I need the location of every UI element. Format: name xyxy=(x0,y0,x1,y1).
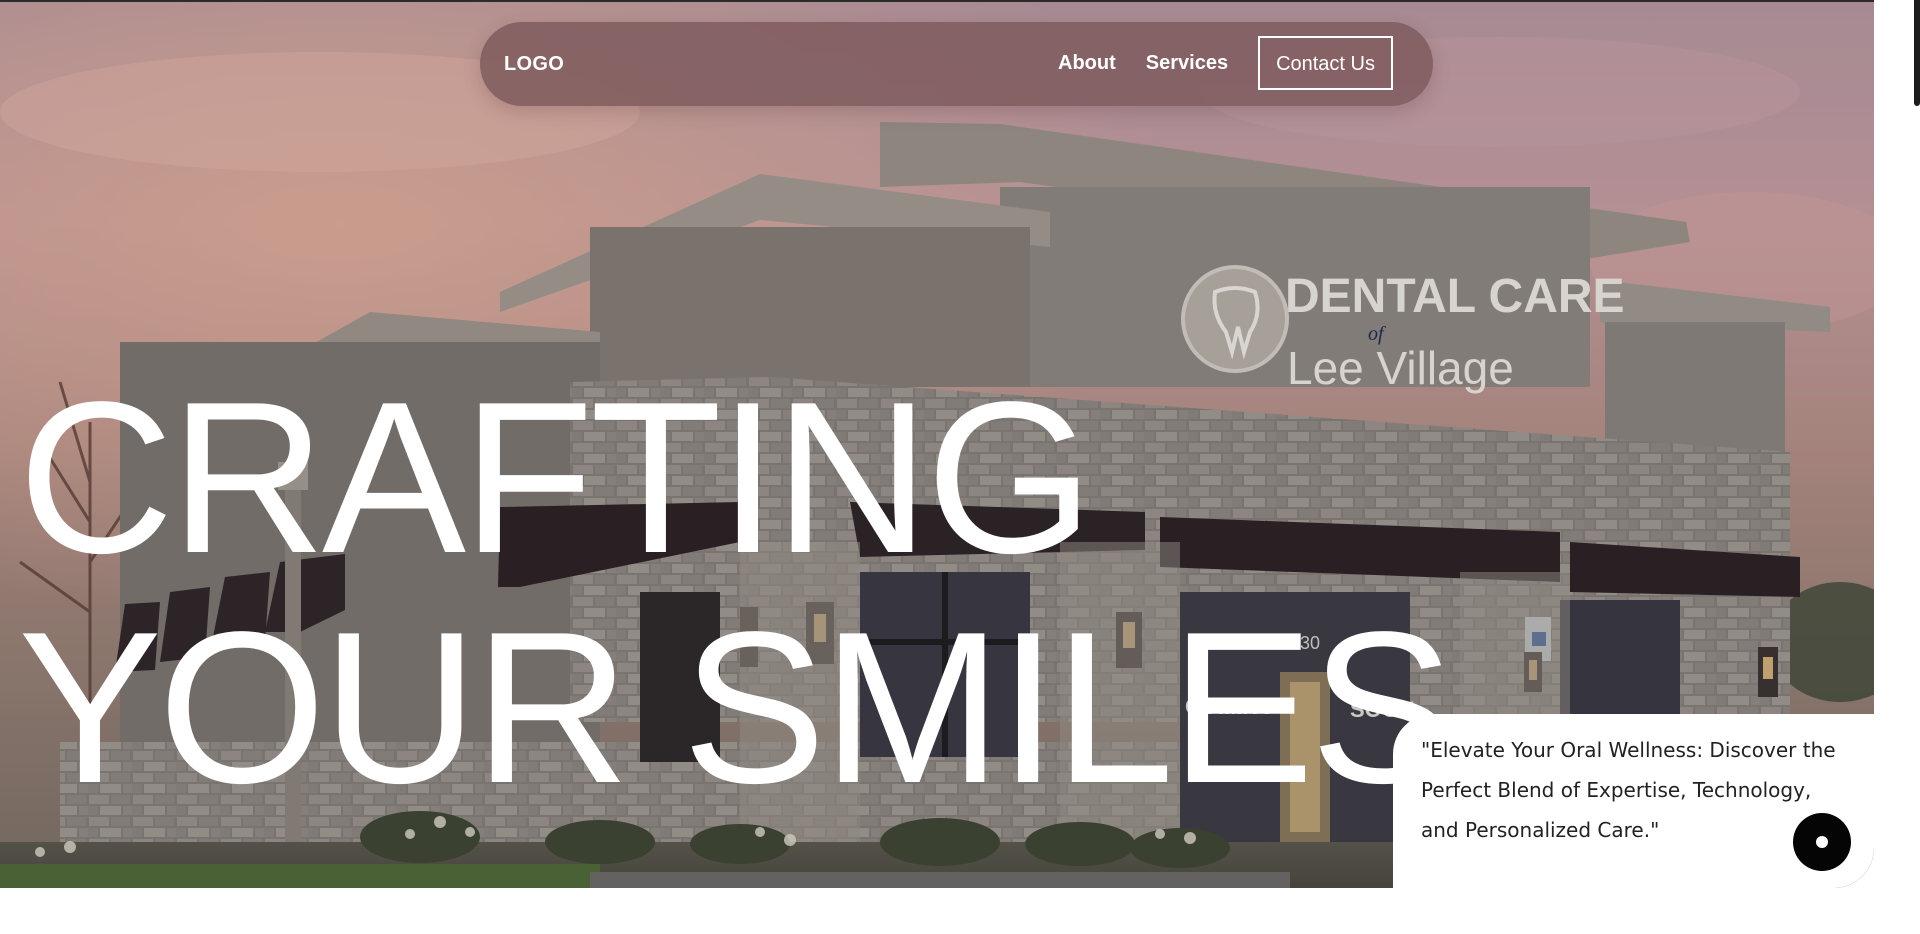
dot-icon xyxy=(1816,836,1828,848)
navbar: LOGO About Services Contact Us xyxy=(480,22,1433,106)
headline-line-2: YOUR SMILES xyxy=(18,586,1454,828)
scrollbar-thumb[interactable] xyxy=(1914,0,1920,106)
contact-us-button[interactable]: Contact Us xyxy=(1258,36,1393,90)
quote-text: "Elevate Your Oral Wellness: Discover th… xyxy=(1421,738,1836,842)
hero-headline: CRAFTING YOUR SMILES xyxy=(18,356,1454,828)
scroll-button[interactable] xyxy=(1793,813,1851,871)
hero-section: DENTAL CARE of Lee Village COMING SOON 7… xyxy=(0,2,1874,888)
nav-links: About Services Contact Us xyxy=(1058,36,1393,90)
nav-link-about[interactable]: About xyxy=(1058,52,1116,75)
quote-card: "Elevate Your Oral Wellness: Discover th… xyxy=(1393,714,1874,888)
headline-line-1: CRAFTING xyxy=(18,356,1094,598)
nav-link-services[interactable]: Services xyxy=(1146,52,1228,75)
scrollbar-track[interactable] xyxy=(1912,0,1920,934)
logo[interactable]: LOGO xyxy=(504,22,564,106)
